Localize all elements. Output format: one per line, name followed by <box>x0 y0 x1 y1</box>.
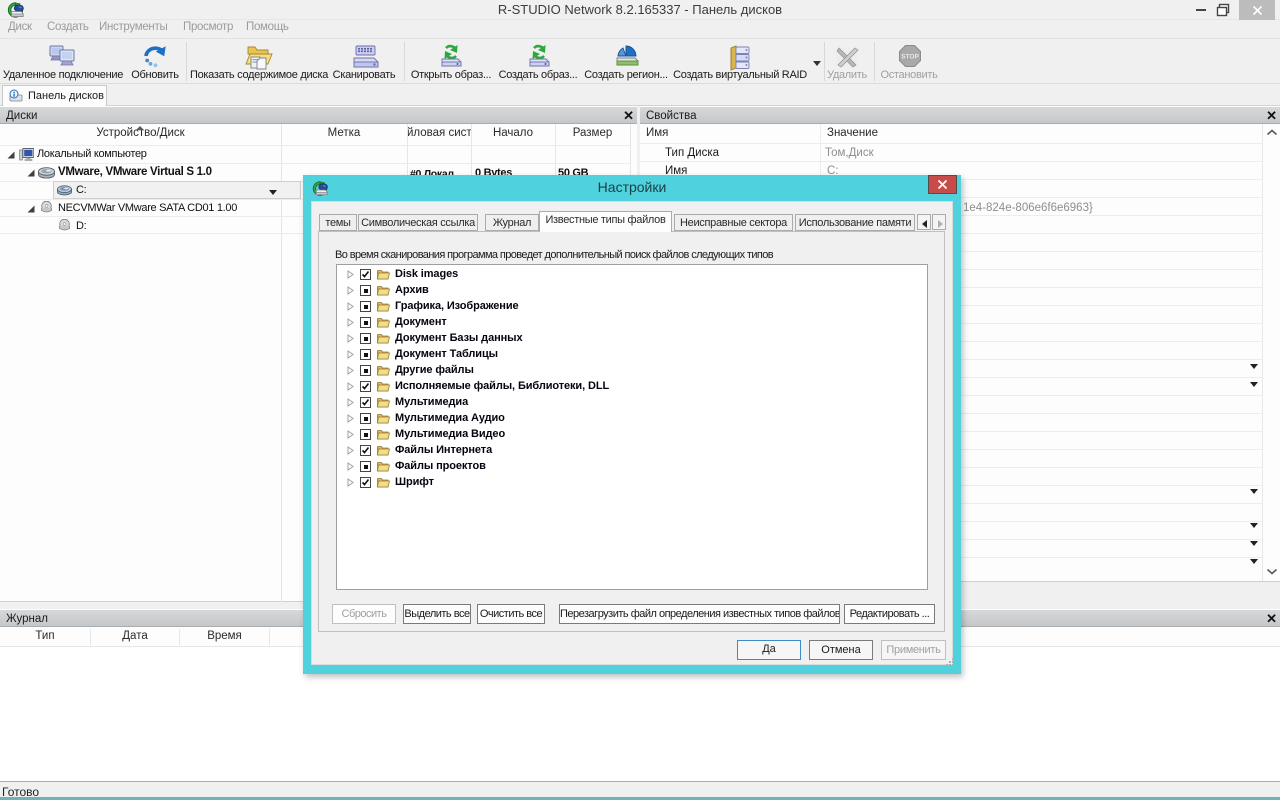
svg-text:STOP: STOP <box>901 54 919 61</box>
